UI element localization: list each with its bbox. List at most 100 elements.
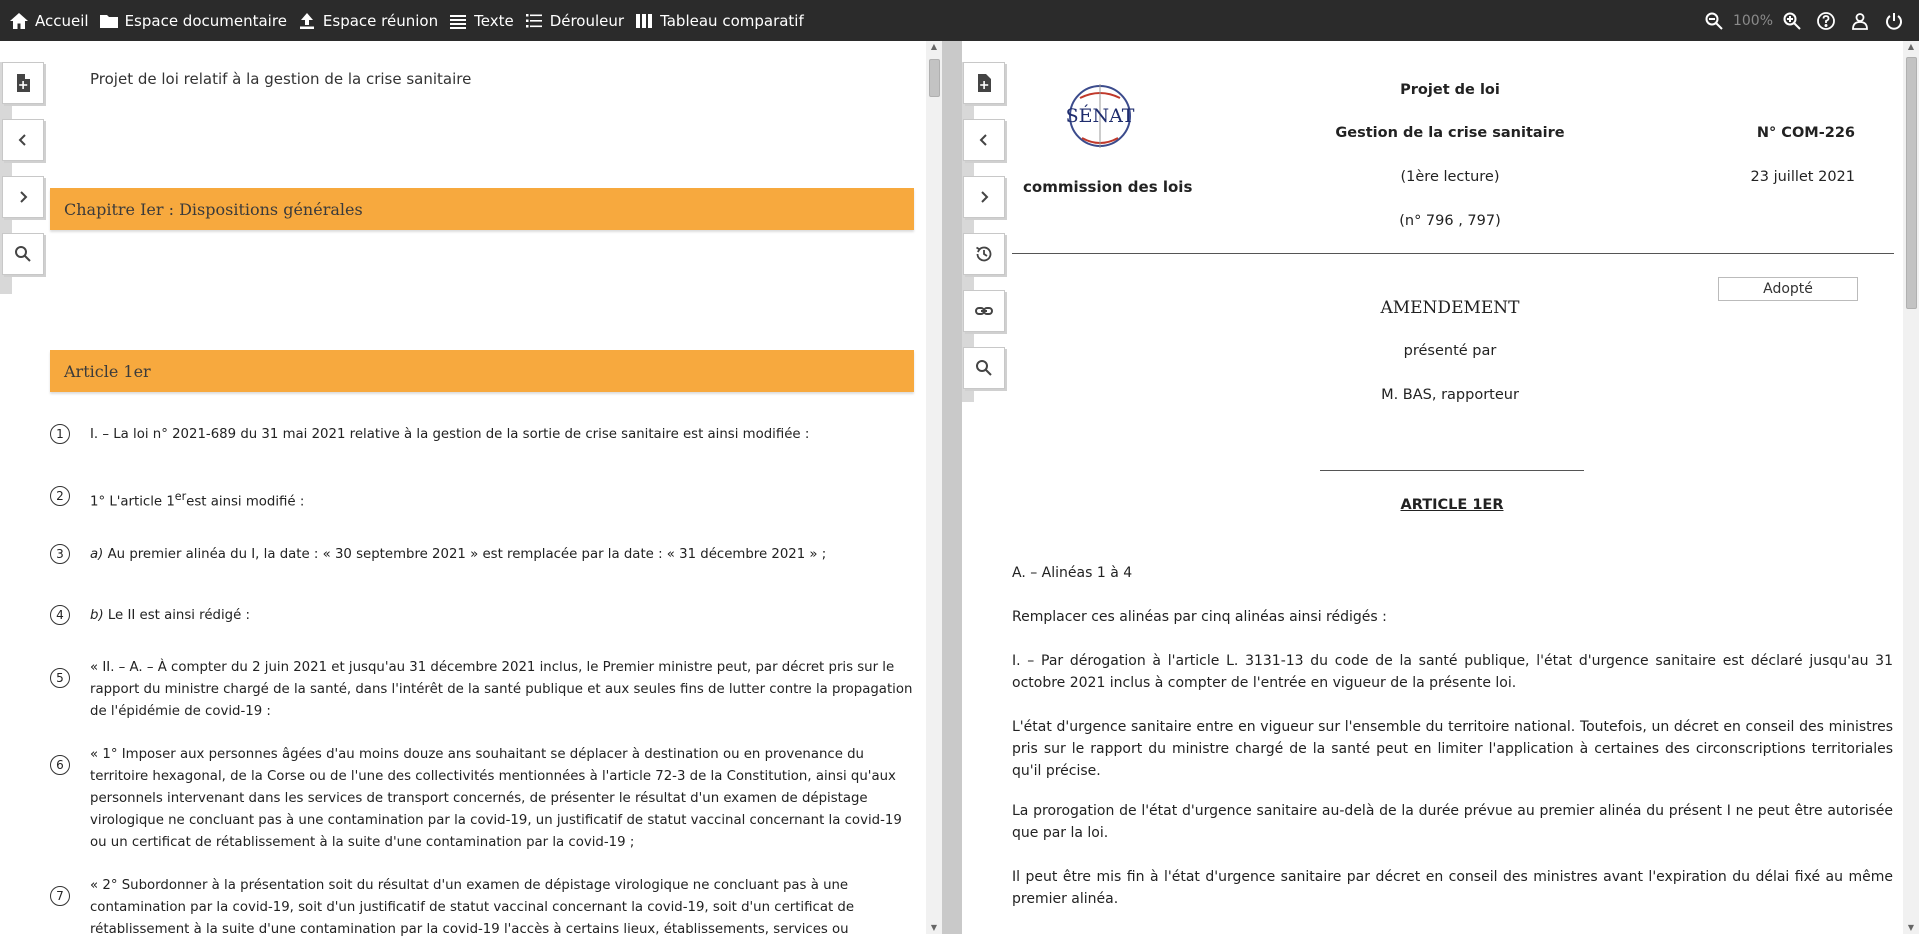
- nav-tableau-comparatif[interactable]: Tableau comparatif: [631, 0, 811, 41]
- user-icon: [1852, 12, 1868, 30]
- home-icon: [10, 12, 28, 29]
- reading-label: (1ère lecture): [1400, 169, 1500, 185]
- alinea-number: 3: [50, 544, 70, 564]
- document-title: Projet de loi relatif à la gestion de la…: [90, 70, 472, 88]
- columns-icon: [636, 13, 653, 28]
- alinea-number: 6: [50, 755, 70, 775]
- title-rule: [1320, 470, 1584, 471]
- alinea-lead: b): [90, 608, 104, 623]
- link-button[interactable]: [963, 290, 1005, 332]
- nav-espace-reunion[interactable]: Espace réunion: [294, 0, 445, 41]
- left-side-tools: [2, 62, 44, 290]
- alinea-number: 2: [50, 486, 70, 506]
- alinea-number: 4: [50, 605, 70, 625]
- chapter-heading[interactable]: Chapitre Ier : Dispositions générales: [50, 188, 914, 230]
- nav-derouleur[interactable]: Dérouleur: [521, 0, 631, 41]
- history-button[interactable]: [963, 233, 1005, 275]
- presented-by: présenté par: [1403, 343, 1497, 359]
- amendment-paragraph: A. – Alinéas 1 à 4: [1012, 565, 1133, 581]
- amendment-date: 23 juillet 2021: [1750, 169, 1855, 185]
- alinea-text-part: 1° L'article 1: [90, 494, 175, 510]
- help-button[interactable]: [1815, 10, 1837, 32]
- alinea-text: a) Au premier alinéa du I, la date : « 3…: [90, 544, 914, 566]
- zoom-in-icon: [1783, 12, 1801, 30]
- amendment-paragraph: I. – Par dérogation à l'article L. 3131-…: [1012, 653, 1893, 691]
- senat-logo: SÉNAT: [1060, 78, 1140, 154]
- logo-text: SÉNAT: [1065, 105, 1135, 127]
- alinea-number: 7: [50, 886, 70, 906]
- alinea-text: « 1° Imposer aux personnes âgées d'au mo…: [90, 747, 902, 850]
- zoom-out-icon: [1705, 12, 1723, 30]
- new-document-button[interactable]: [2, 62, 44, 104]
- chevron-left-icon: [979, 134, 987, 146]
- amendment-paragraph: Il peut être mis fin à l'état d'urgence …: [1012, 869, 1893, 907]
- nav-espace-reunion-label: Espace réunion: [322, 11, 439, 30]
- amendment-heading: AMENDEMENT: [1380, 298, 1520, 318]
- scroll-up-arrow[interactable]: ▲: [1903, 41, 1919, 53]
- history-icon: [976, 246, 992, 262]
- list-icon: [525, 13, 542, 27]
- panel-divider[interactable]: [942, 41, 962, 934]
- amendment-number: N° COM-226: [1756, 125, 1855, 141]
- scroll-down-arrow[interactable]: ▼: [1903, 922, 1919, 934]
- zoom-out-button[interactable]: [1703, 10, 1725, 32]
- nav-espace-documentaire-label: Espace documentaire: [124, 11, 287, 30]
- folder-icon: [99, 14, 118, 28]
- alinea-lead: a): [90, 547, 104, 562]
- right-side-tools: [963, 62, 1005, 404]
- scroll-thumb[interactable]: [929, 59, 940, 97]
- doc-type: Projet de loi: [1400, 82, 1500, 98]
- commission-name: commission des lois: [1023, 178, 1193, 196]
- top-toolbar: Accueil Espace documentaire Espace réuni…: [0, 0, 1919, 41]
- alinea-text-part: est ainsi modifié :: [186, 494, 305, 510]
- nav-accueil-label: Accueil: [35, 11, 89, 30]
- search-button[interactable]: [2, 233, 44, 275]
- next-button[interactable]: [2, 176, 44, 218]
- article-heading[interactable]: Article 1er: [50, 350, 914, 392]
- nav-accueil[interactable]: Accueil: [6, 0, 96, 41]
- alinea-number: 1: [50, 424, 70, 444]
- header-rule: [1012, 253, 1894, 254]
- status-badge: Adopté: [1718, 277, 1858, 301]
- nav-tableau-comparatif-label: Tableau comparatif: [660, 11, 804, 30]
- link-icon: [975, 307, 993, 315]
- doc-numbers: (n° 796 , 797): [1399, 213, 1501, 229]
- chevron-right-icon: [981, 191, 989, 203]
- new-document-button[interactable]: [963, 62, 1005, 104]
- alinea-text-part: Le II est ainsi rédigé :: [103, 608, 251, 623]
- nav-espace-documentaire[interactable]: Espace documentaire: [96, 0, 294, 41]
- amendment-paragraph: L'état d'urgence sanitaire entre en vigu…: [1012, 719, 1893, 779]
- upload-icon: [299, 12, 314, 29]
- scroll-down-arrow[interactable]: ▼: [926, 922, 942, 934]
- search-icon: [15, 246, 31, 262]
- zoom-in-button[interactable]: [1781, 10, 1803, 32]
- user-button[interactable]: [1849, 10, 1871, 32]
- search-button[interactable]: [963, 347, 1005, 389]
- nav-derouleur-label: Dérouleur: [549, 11, 625, 30]
- alinea-text-part: Au premier alinéa du I, la date : « 30 s…: [103, 547, 827, 562]
- amendment-paragraph: Remplacer ces alinéas par cinq alinéas a…: [1012, 609, 1387, 625]
- alinea-text: I. – La loi n° 2021-689 du 31 mai 2021 r…: [90, 427, 810, 442]
- scroll-up-arrow[interactable]: ▲: [926, 41, 942, 53]
- file-plus-icon: [17, 74, 30, 92]
- help-icon: [1817, 11, 1835, 30]
- logout-button[interactable]: [1883, 10, 1905, 32]
- scroll-thumb[interactable]: [1906, 57, 1917, 309]
- next-button[interactable]: [963, 176, 1005, 218]
- alinea-number: 5: [50, 668, 70, 688]
- article-title: ARTICLE 1ER: [1400, 497, 1504, 513]
- main-nav: Accueil Espace documentaire Espace réuni…: [0, 0, 811, 41]
- right-scrollbar[interactable]: ▲ ▼: [1903, 41, 1919, 934]
- left-scrollbar[interactable]: ▲ ▼: [926, 41, 942, 934]
- zoom-level: 100%: [1732, 12, 1773, 29]
- power-icon: [1886, 12, 1902, 30]
- alinea-text: b) Le II est ainsi rédigé :: [90, 605, 914, 627]
- nav-texte[interactable]: Texte: [445, 0, 521, 41]
- nav-texte-label: Texte: [474, 11, 514, 30]
- previous-button[interactable]: [2, 119, 44, 161]
- amendment-author: M. BAS, rapporteur: [1381, 387, 1519, 403]
- previous-button[interactable]: [963, 119, 1005, 161]
- text-lines-icon: [450, 14, 467, 29]
- search-icon: [976, 360, 992, 376]
- alinea-text: « II. – A. – À compter du 2 juin 2021 et…: [90, 660, 913, 719]
